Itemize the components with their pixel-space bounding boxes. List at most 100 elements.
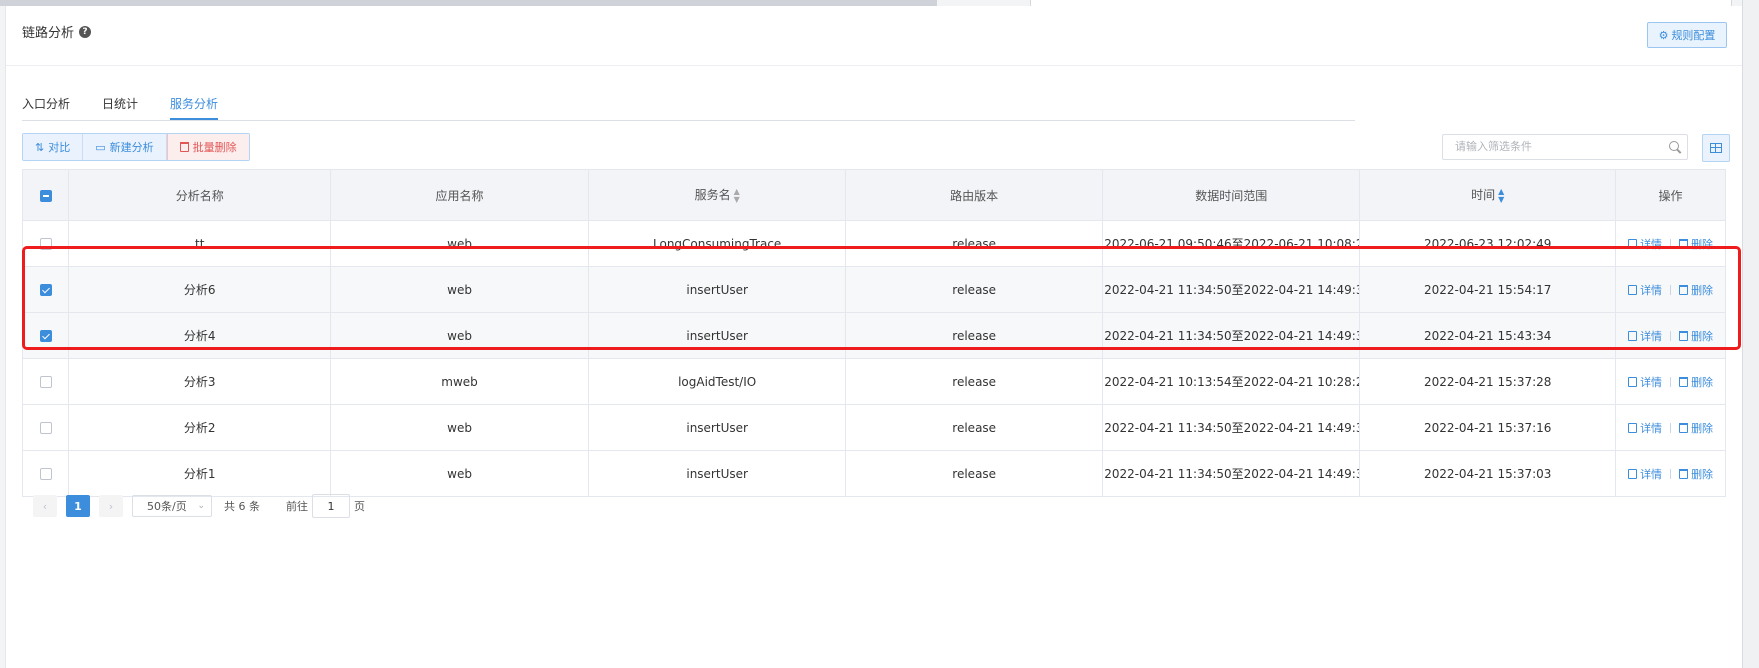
main-panel: 链路分析 ? ⚙ 规则配置 入口分析 日统计 服务分析 ⇅ 对比 ▭ 新建分析 …: [5, 6, 1743, 668]
column-header-service[interactable]: 服务名 ▲ ▼: [588, 169, 847, 221]
row-checkbox[interactable]: [39, 238, 52, 250]
cell-version: release: [845, 266, 1104, 313]
select-all-checkbox[interactable]: [39, 189, 52, 202]
trash-icon: [1679, 376, 1689, 387]
column-settings-button[interactable]: [1702, 134, 1730, 162]
goto-page-input[interactable]: 1: [312, 494, 350, 518]
delete-link[interactable]: 删除: [1679, 420, 1713, 436]
cell-version: release: [845, 358, 1104, 405]
detail-link[interactable]: 详情: [1628, 282, 1662, 298]
trash-icon: [179, 142, 189, 152]
cell-version: release: [845, 450, 1104, 497]
page-size-select[interactable]: 50条/页 ⌄: [132, 495, 212, 517]
next-page-button[interactable]: ›: [99, 495, 123, 517]
cell-service: logAidTest/IO: [588, 358, 847, 405]
cell-name: 分析2: [68, 404, 331, 451]
help-icon[interactable]: ?: [79, 25, 92, 38]
new-analysis-button[interactable]: ▭ 新建分析: [83, 134, 167, 160]
compare-label: 对比: [48, 141, 71, 154]
row-checkbox[interactable]: [39, 468, 52, 480]
document-icon: [1628, 422, 1638, 433]
cell-range: 2022-04-21 11:34:50至2022-04-21 14:49:32: [1102, 450, 1361, 497]
row-select-cell: [21, 312, 70, 359]
cell-time: 2022-04-21 15:37:16: [1359, 404, 1617, 451]
chevron-down-icon: ⌄: [197, 501, 205, 511]
column-header: 应用名称: [329, 169, 590, 221]
page-title-text: 链路分析: [22, 26, 75, 41]
trash-icon: [1679, 284, 1689, 295]
trash-icon: [1679, 468, 1689, 479]
cell-time: 2022-04-21 15:37:03: [1359, 450, 1617, 497]
document-icon: [1628, 330, 1638, 341]
row-actions-cell: 详情 删除: [1615, 220, 1726, 267]
page-title: 链路分析 ?: [22, 22, 92, 41]
action-separator: [1670, 284, 1672, 295]
cell-range: 2022-04-21 11:34:50至2022-04-21 14:49:32: [1102, 312, 1361, 359]
column-header: 分析名称: [68, 169, 331, 221]
pagination: ‹ 1 › 50条/页 ⌄ 共 6 条 前往 1 页: [33, 494, 365, 518]
select-all-cell: [21, 169, 70, 221]
cell-range: 2022-04-21 11:34:50至2022-04-21 14:49:32: [1102, 404, 1361, 451]
cell-range: 2022-04-21 11:34:50至2022-04-21 14:49:32: [1102, 266, 1361, 313]
cell-range: 2022-06-21 09:50:46至2022-06-21 10:08:29: [1102, 220, 1361, 267]
cell-name: 分析1: [68, 450, 331, 497]
cell-app: web: [329, 220, 590, 267]
tab-daily-stats[interactable]: 日统计: [102, 95, 138, 112]
delete-link[interactable]: 删除: [1679, 374, 1713, 390]
rule-config-label: 规则配置: [1671, 29, 1716, 42]
compare-icon: ⇅: [35, 140, 45, 154]
row-actions-cell: 详情 删除: [1615, 404, 1726, 451]
row-checkbox[interactable]: [39, 422, 52, 434]
delete-link[interactable]: 删除: [1679, 466, 1713, 482]
cell-version: release: [845, 220, 1104, 267]
prev-page-button[interactable]: ‹: [33, 495, 57, 517]
row-checkbox[interactable]: [39, 330, 52, 342]
detail-link[interactable]: 详情: [1628, 328, 1662, 344]
cell-time: 2022-06-23 12:02:49: [1359, 220, 1617, 267]
page-suffix: 页: [354, 500, 365, 513]
cell-service: LongConsumingTrace: [588, 220, 847, 267]
delete-link[interactable]: 删除: [1679, 236, 1713, 252]
delete-label: 删除: [1691, 467, 1714, 481]
tab-service-analysis[interactable]: 服务分析: [170, 95, 218, 112]
analysis-table: 分析名称 应用名称 服务名 ▲ ▼ 路由版本 数据时间范围 时间 ▲ ▼ 操作 tt we…: [21, 169, 1726, 497]
delete-label: 删除: [1691, 237, 1714, 251]
row-actions-cell: 详情 删除: [1615, 450, 1726, 497]
cell-service: insertUser: [588, 450, 847, 497]
detail-link[interactable]: 详情: [1628, 374, 1662, 390]
column-header-time[interactable]: 时间 ▲ ▼: [1359, 169, 1617, 221]
batch-delete-button[interactable]: 批量删除: [166, 134, 249, 160]
page-size-value: 50条/页: [147, 500, 187, 513]
rule-config-button[interactable]: ⚙ 规则配置: [1647, 22, 1727, 48]
compare-button[interactable]: ⇅ 对比: [23, 134, 84, 160]
detail-label: 详情: [1640, 237, 1663, 251]
detail-label: 详情: [1640, 467, 1663, 481]
delete-label: 删除: [1691, 375, 1714, 389]
tab-bar: 入口分析 日统计 服务分析: [22, 88, 1355, 121]
action-separator: [1670, 376, 1672, 387]
filter-search-input[interactable]: [1443, 135, 1660, 157]
trash-icon: [1679, 422, 1689, 433]
cell-service: insertUser: [588, 266, 847, 313]
sort-icon[interactable]: ▲ ▼: [1498, 187, 1504, 204]
action-button-group: ⇅ 对比 ▭ 新建分析 批量删除: [22, 133, 250, 161]
tab-entry-analysis[interactable]: 入口分析: [22, 95, 70, 112]
detail-link[interactable]: 详情: [1628, 236, 1662, 252]
search-icon[interactable]: [1669, 141, 1679, 151]
detail-link[interactable]: 详情: [1628, 420, 1662, 436]
row-checkbox[interactable]: [39, 284, 52, 296]
column-header: 操作: [1615, 169, 1726, 221]
cell-app: web: [329, 404, 590, 451]
delete-link[interactable]: 删除: [1679, 282, 1713, 298]
header-divider: [6, 65, 1743, 66]
column-header-label: 服务名: [694, 188, 731, 203]
page-number[interactable]: 1: [66, 495, 90, 517]
sort-icon[interactable]: ▲ ▼: [734, 187, 740, 204]
detail-link[interactable]: 详情: [1628, 466, 1662, 482]
column-header-label: 时间: [1471, 188, 1496, 203]
cell-name: tt: [68, 220, 331, 267]
row-checkbox[interactable]: [39, 376, 52, 388]
cell-version: release: [845, 312, 1104, 359]
delete-link[interactable]: 删除: [1679, 328, 1713, 344]
trash-icon: [1679, 330, 1689, 341]
